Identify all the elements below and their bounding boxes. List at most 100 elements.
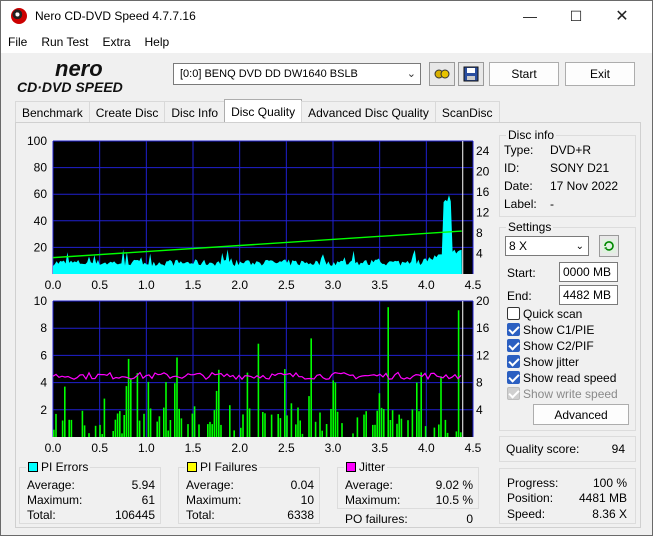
pif-bar [178, 408, 180, 437]
tab-benchmark[interactable]: Benchmark [15, 101, 90, 123]
pif-bar [138, 420, 141, 437]
pif-bar [83, 425, 86, 437]
pif-bar [103, 398, 106, 437]
pie-max-value: 61 [141, 493, 155, 507]
pif-bar [387, 307, 389, 437]
pi-errors-caption: PI Errors [26, 460, 91, 474]
pif-bar [376, 410, 378, 437]
disc-info-caption: Disc info [506, 128, 557, 142]
pie-avg-value: 5.94 [131, 478, 155, 492]
progress-label: Progress: [507, 476, 559, 490]
pif-bar [438, 424, 440, 437]
pif-bar [380, 407, 383, 437]
pif-bar [411, 409, 414, 437]
pif-bar [270, 414, 273, 437]
pif-bar [193, 406, 196, 437]
show-c2-pif-checkbox[interactable] [507, 339, 520, 352]
pif-bar [55, 413, 57, 437]
y-tick-label-left: 8 [40, 321, 47, 335]
start-input[interactable]: 0000 MB [559, 262, 618, 282]
po-failures-value: 0 [466, 512, 473, 526]
y-tick-label-right: 8 [476, 376, 483, 390]
x-tick-label: 2.5 [278, 441, 295, 455]
pif-bar [365, 411, 367, 437]
speed-select[interactable]: 8 X ⌄ [505, 236, 589, 256]
tab-disc-quality[interactable]: Disc Quality [224, 99, 303, 123]
exit-button[interactable]: Exit [565, 62, 635, 86]
pie-total-label: Total: [27, 508, 56, 522]
position-value: 4481 MB [578, 491, 627, 505]
menu-file[interactable]: File [1, 35, 34, 49]
refresh-icon[interactable] [599, 235, 619, 257]
pif-bar [290, 403, 293, 437]
menu-help[interactable]: Help [138, 35, 177, 49]
x-tick-label: 0.5 [91, 278, 108, 292]
show-read-speed-checkbox[interactable] [507, 371, 520, 384]
menu-run-test[interactable]: Run Test [34, 35, 95, 49]
svg-text:nero: nero [55, 56, 103, 81]
disc-type: DVD+R [550, 143, 592, 157]
pi-failures-caption: PI Failures [185, 460, 260, 474]
tab-disc-info[interactable]: Disc Info [164, 101, 226, 123]
pif-bar [240, 427, 242, 437]
close-button[interactable]: ✕ [599, 1, 645, 31]
y-tick-label-left: 100 [27, 134, 47, 148]
label-label: Label: [504, 197, 537, 211]
pif-bar [301, 433, 304, 437]
pif-bar [125, 386, 128, 437]
pif-total-label: Total: [186, 508, 215, 522]
pif-bar [352, 433, 354, 437]
start-button[interactable]: Start [489, 62, 559, 86]
save-icon[interactable] [458, 62, 484, 86]
show-c1-pie-label: Show C1/PIE [523, 323, 595, 337]
pif-bar [310, 338, 312, 437]
quick-scan-checkbox[interactable] [507, 307, 520, 320]
maximize-button[interactable]: ☐ [553, 1, 599, 31]
pi-failures-swatch [187, 462, 197, 472]
y-tick-label-right: 24 [476, 144, 490, 158]
settings-caption: Settings [506, 220, 554, 234]
show-jitter-label: Show jitter [523, 355, 580, 369]
pif-bar [391, 410, 394, 437]
jitter-caption: Jitter [344, 460, 388, 474]
window-title: Nero CD-DVD Speed 4.7.7.16 [35, 9, 196, 23]
x-tick-label: 1.5 [185, 278, 202, 292]
eject-icon[interactable] [429, 62, 455, 86]
y-tick-label-left: 4 [40, 376, 47, 390]
show-jitter-checkbox[interactable] [507, 355, 520, 368]
end-input[interactable]: 4482 MB [559, 285, 618, 305]
y-tick-label-left: 6 [40, 348, 47, 362]
y-tick-label-right: 16 [476, 321, 490, 335]
pif-bar [396, 423, 398, 437]
minimize-button[interactable]: — [507, 1, 553, 31]
menu-extra[interactable]: Extra [95, 35, 137, 49]
show-c1-pie-checkbox[interactable] [507, 323, 520, 336]
x-tick-label: 4.0 [418, 441, 435, 455]
pif-bar [209, 421, 211, 437]
pif-bar [158, 416, 161, 437]
pif-bar [424, 426, 427, 437]
pif-bar [116, 413, 119, 437]
y-tick-label-left: 2 [40, 403, 47, 417]
pif-avg-value: 0.04 [290, 478, 314, 492]
x-tick-label: 1.5 [185, 441, 202, 455]
tab-create-disc[interactable]: Create Disc [88, 101, 166, 123]
quick-scan-label: Quick scan [523, 307, 583, 321]
x-tick-label: 4.5 [465, 278, 482, 292]
date-label: Date: [504, 179, 533, 193]
advanced-button[interactable]: Advanced [533, 404, 629, 425]
pif-bar [64, 386, 66, 437]
pif-bar [330, 409, 332, 437]
x-tick-label: 3.0 [325, 278, 342, 292]
title-bar: Nero CD-DVD Speed 4.7.7.16 — ☐ ✕ [1, 1, 652, 31]
quality-score-value: 94 [611, 442, 625, 456]
tab-advanced-disc-quality[interactable]: Advanced Disc Quality [301, 101, 436, 123]
tab-scandisc[interactable]: ScanDisc [434, 101, 500, 123]
pif-chart: 2 4 6 8 10 4 8 12 16 20 0.0 0.5 1.0 1.5 2.0 2.5 3.0 3.5 4.… [34, 294, 490, 455]
app-icon [11, 8, 27, 24]
y-tick-label-right: 12 [476, 348, 490, 362]
y-tick-label-right: 4 [476, 247, 483, 261]
pif-bar [433, 427, 436, 437]
drive-select[interactable]: [0:0] BENQ DVD DD DW1640 BSLB ⌄ [173, 63, 421, 85]
y-tick-label-left: 60 [34, 187, 48, 201]
